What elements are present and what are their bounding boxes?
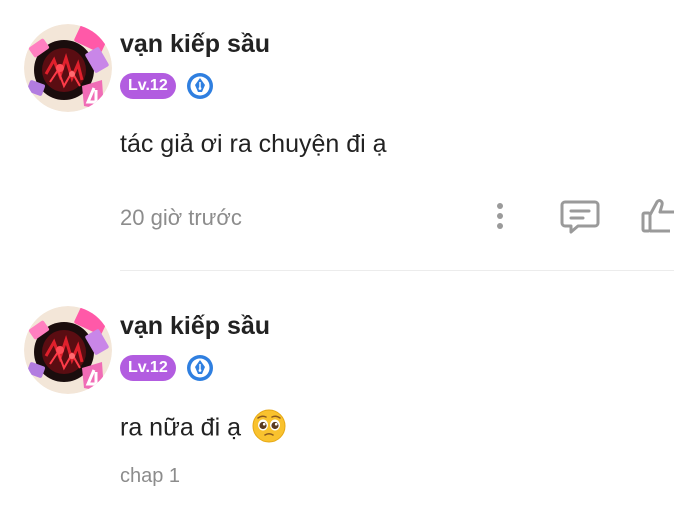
reply-icon[interactable]	[560, 198, 600, 234]
user-badges: Lv.12	[120, 71, 214, 101]
avatar[interactable]	[24, 24, 112, 112]
level-badge: Lv.12	[120, 355, 176, 381]
comment-text: tác giả ơi ra chuyện đi ạ	[120, 130, 387, 158]
divider	[120, 270, 674, 271]
comment-text-content: ra nữa đi ạ	[120, 413, 241, 442]
username[interactable]: vạn kiếp sầu	[120, 312, 270, 341]
more-vertical-icon[interactable]	[490, 198, 510, 234]
pen-badge-icon	[186, 72, 214, 100]
user-badges: Lv.12	[120, 353, 214, 383]
chapter-label[interactable]: chap 1	[120, 465, 180, 488]
comment-item: vạn kiếp sầu Lv.12 tác giả ơi ra chuyện …	[0, 0, 674, 271]
avatar[interactable]	[24, 306, 112, 394]
comment-text: ra nữa đi ạ	[120, 409, 286, 446]
level-badge: Lv.12	[120, 73, 176, 99]
avatar-image	[24, 306, 112, 394]
username[interactable]: vạn kiếp sầu	[120, 30, 270, 59]
thumbs-up-icon[interactable]	[640, 196, 674, 236]
timestamp: 20 giờ trước	[120, 205, 242, 230]
avatar-image	[24, 24, 112, 112]
comment-item: vạn kiếp sầu Lv.12 ra nữa đi ạ chap 1	[0, 282, 674, 506]
pleading-face-emoji	[252, 409, 286, 443]
pen-badge-icon	[186, 354, 214, 382]
